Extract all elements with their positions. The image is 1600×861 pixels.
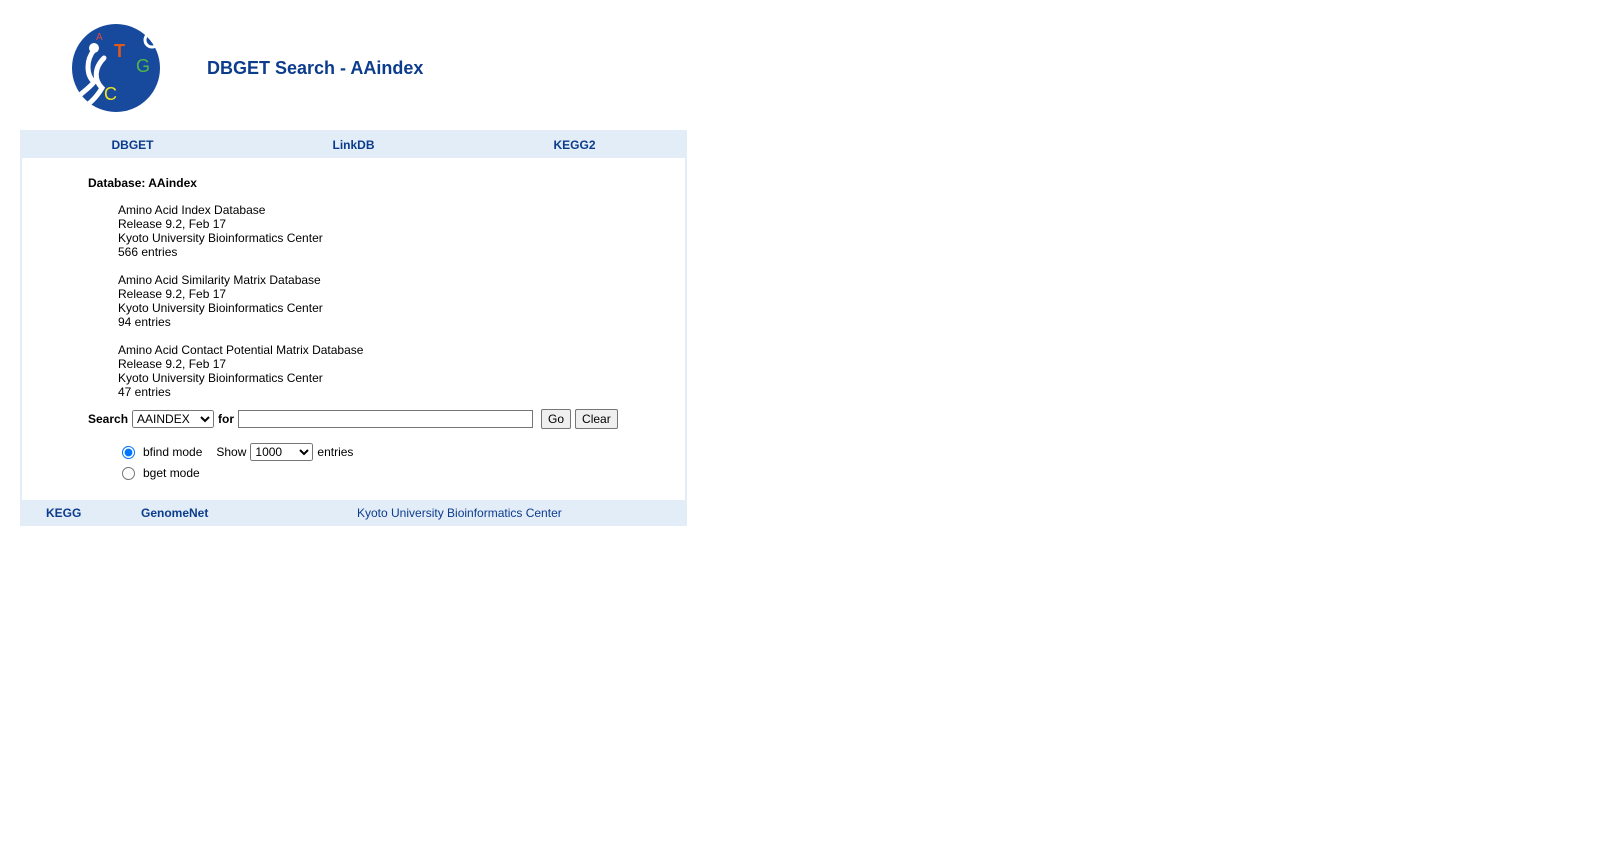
show-label: Show: [216, 445, 247, 459]
top-nav: DBGET LinkDB KEGG2: [22, 132, 685, 158]
db-release: Release 9.2, Feb 17: [118, 357, 227, 371]
nav-link-linkdb[interactable]: LinkDB: [243, 132, 464, 158]
db-org: Kyoto University Bioinformatics Center: [118, 371, 323, 385]
nav-link-dbget[interactable]: DBGET: [22, 132, 243, 158]
logo-letter-t: T: [114, 41, 125, 61]
db-entries: 566 entries: [118, 245, 178, 259]
database-info-group: Amino Acid Index Database Release 9.2, F…: [118, 203, 323, 259]
nav-link-kegg2[interactable]: KEGG2: [464, 132, 685, 158]
entries-label: entries: [317, 445, 354, 459]
show-count-select[interactable]: 1000: [250, 443, 314, 461]
bget-mode-label: bget mode: [143, 466, 200, 480]
bfind-mode-radio[interactable]: [122, 445, 135, 459]
logo-letter-a: A: [96, 32, 103, 43]
database-title: Database: AAindex: [88, 176, 197, 190]
search-input[interactable]: [238, 410, 534, 428]
footer-link-kubc[interactable]: Kyoto University Bioinformatics Center: [357, 500, 562, 526]
logo-letter-c: C: [104, 84, 117, 104]
bfind-mode-row: bfind mode Show 1000 entries: [118, 442, 353, 462]
search-label: Search: [88, 412, 129, 426]
bfind-mode-label: bfind mode: [143, 445, 203, 459]
bget-mode-row: bget mode: [118, 463, 200, 483]
db-entries: 47 entries: [118, 385, 171, 399]
db-name: Amino Acid Similarity Matrix Database: [118, 273, 321, 287]
database-info-group: Amino Acid Contact Potential Matrix Data…: [118, 343, 363, 399]
footer-link-kegg[interactable]: KEGG: [46, 500, 81, 526]
bget-mode-radio[interactable]: [122, 466, 135, 480]
footer-nav: KEGG GenomeNet Kyoto University Bioinfor…: [20, 500, 687, 526]
logo-letter-g: G: [136, 56, 150, 76]
search-panel: DBGET LinkDB KEGG2 Database: AAindex Ami…: [20, 130, 687, 526]
db-name: Amino Acid Contact Potential Matrix Data…: [118, 343, 364, 357]
footer-link-genomenet[interactable]: GenomeNet: [141, 500, 208, 526]
page-title: DBGET Search - AAindex: [207, 58, 424, 78]
db-org: Kyoto University Bioinformatics Center: [118, 231, 323, 245]
database-select[interactable]: AAINDEX: [132, 410, 215, 428]
db-name: Amino Acid Index Database: [118, 203, 266, 217]
database-info-group: Amino Acid Similarity Matrix Database Re…: [118, 273, 323, 329]
for-label: for: [218, 412, 235, 426]
db-release: Release 9.2, Feb 17: [118, 217, 227, 231]
db-entries: 94 entries: [118, 315, 171, 329]
search-form: Search AAINDEX for Go Clear: [88, 408, 618, 430]
db-release: Release 9.2, Feb 17: [118, 287, 227, 301]
page-header: T G C A DBGET Search - AAindex: [20, 0, 680, 130]
genomenet-logo[interactable]: T G C A: [64, 20, 164, 120]
go-button[interactable]: Go: [541, 409, 572, 429]
clear-button[interactable]: Clear: [575, 409, 618, 429]
db-org: Kyoto University Bioinformatics Center: [118, 301, 323, 315]
